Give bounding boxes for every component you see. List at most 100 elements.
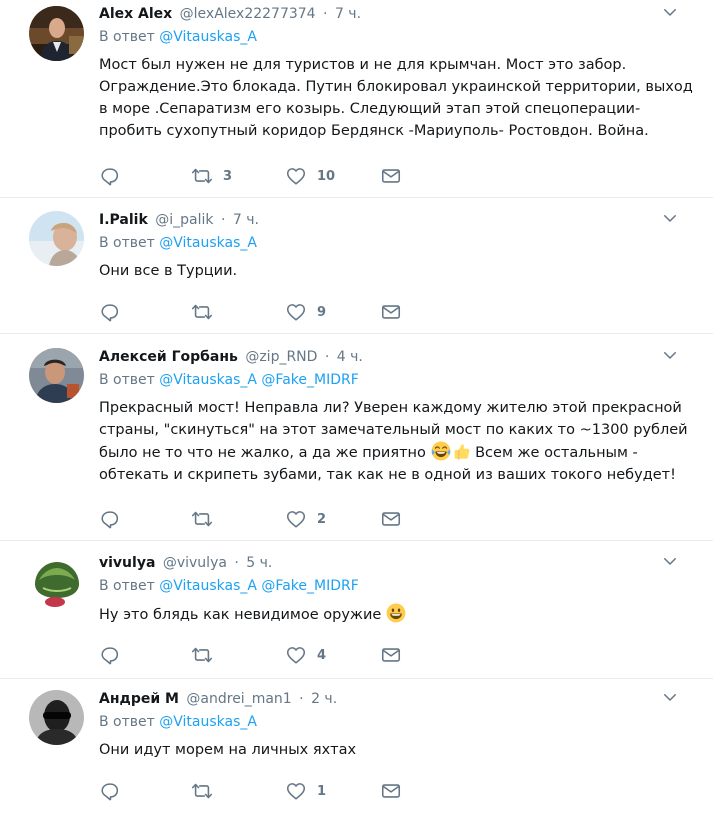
tweet-2[interactable]: I.Palik @i_palik · 7 ч. В ответ @Vitausk…: [0, 198, 713, 334]
author-handle[interactable]: @lexAlex22277374: [180, 6, 316, 22]
envelope-icon: [380, 644, 402, 666]
envelope-icon: [380, 780, 402, 802]
tweet-actions: 1: [99, 780, 419, 802]
separator-dot: ·: [234, 555, 239, 571]
mention-link[interactable]: @Vitauskas_A: [159, 578, 257, 594]
separator-dot: ·: [299, 691, 304, 707]
retweet-icon: [191, 644, 213, 666]
tweet-text: Они идут морем на личных яхтах: [99, 742, 357, 758]
reply-context: В ответ @Vitauskas_A: [99, 27, 693, 47]
mention-link[interactable]: @Vitauskas_A: [159, 372, 257, 388]
retweet-icon: [191, 508, 213, 530]
tweet-actions: 4: [99, 644, 419, 666]
reply-prefix: В ответ: [99, 235, 155, 251]
mention-link[interactable]: @Vitauskas_A: [159, 29, 257, 45]
like-button[interactable]: 2: [285, 508, 326, 530]
grinning-emoji-icon: [386, 603, 406, 623]
like-button[interactable]: 10: [285, 165, 335, 187]
direct-message-button[interactable]: [380, 508, 402, 530]
direct-message-button[interactable]: [380, 780, 402, 802]
retweet-button[interactable]: [191, 508, 223, 530]
tweet-4[interactable]: vivulya @vivulya · 5 ч. В ответ @Vitausk…: [0, 541, 713, 679]
separator-dot: ·: [323, 6, 328, 22]
like-button[interactable]: 4: [285, 644, 326, 666]
envelope-icon: [380, 301, 402, 323]
retweet-button[interactable]: [191, 780, 223, 802]
timestamp[interactable]: 7 ч.: [335, 6, 361, 22]
like-count: 1: [317, 783, 327, 799]
reply-button[interactable]: [99, 301, 121, 323]
direct-message-button[interactable]: [380, 301, 402, 323]
reply-icon: [99, 644, 121, 666]
author-handle[interactable]: @vivulya: [163, 555, 227, 571]
like-count: 2: [317, 511, 327, 527]
direct-message-button[interactable]: [380, 644, 402, 666]
reply-icon: [99, 780, 121, 802]
mention-link[interactable]: @Fake_MIDRF: [261, 578, 358, 594]
tweet-text: Прекрасный мост! Неправла ли? Уверен каж…: [99, 397, 693, 486]
author-handle[interactable]: @zip_RND: [245, 349, 317, 365]
retweet-count: 3: [223, 168, 233, 184]
like-count: 9: [317, 304, 327, 320]
retweet-icon: [191, 165, 213, 187]
retweet-icon: [191, 780, 213, 802]
separator-dot: ·: [220, 212, 226, 228]
avatar[interactable]: [29, 211, 84, 266]
author-name[interactable]: vivulya: [99, 555, 155, 571]
like-button[interactable]: 1: [285, 780, 326, 802]
tweet-text: Ну это блядь как невидимое оружие: [99, 603, 693, 626]
tweet-5[interactable]: Андрей М @andrei_man1 · 2 ч. В ответ @Vi…: [0, 679, 713, 825]
like-count: 4: [317, 647, 327, 663]
author-name[interactable]: Андрей М: [99, 691, 179, 707]
timestamp[interactable]: 2 ч.: [311, 691, 337, 707]
tweet-1[interactable]: Alex Alex @lexAlex22277374 · 7 ч. В отве…: [0, 0, 713, 198]
chevron-down-icon[interactable]: [661, 552, 679, 570]
reply-icon: [99, 508, 121, 530]
timestamp[interactable]: 7 ч.: [233, 212, 259, 228]
mention-link[interactable]: @Vitauskas_A: [159, 235, 257, 251]
like-button[interactable]: 9: [285, 301, 326, 323]
retweet-button[interactable]: 3: [191, 165, 232, 187]
tweet-actions: 3 10: [99, 165, 419, 187]
tweet-actions: 2: [99, 508, 419, 530]
retweet-button[interactable]: [191, 644, 223, 666]
reply-button[interactable]: [99, 508, 121, 530]
author-handle[interactable]: @andrei_man1: [186, 691, 291, 707]
timestamp[interactable]: 5 ч.: [246, 555, 272, 571]
chevron-down-icon[interactable]: [661, 346, 679, 364]
reply-prefix: В ответ: [99, 714, 155, 730]
avatar[interactable]: [29, 348, 84, 403]
chevron-down-icon[interactable]: [661, 209, 679, 227]
envelope-icon: [380, 508, 402, 530]
heart-icon: [285, 301, 307, 323]
reply-button[interactable]: [99, 644, 121, 666]
tweet-text: Мост был нужен не для туристов и не для …: [99, 57, 693, 139]
author-name[interactable]: I.Palik: [99, 212, 148, 228]
mention-link[interactable]: @Vitauskas_A: [159, 714, 257, 730]
reply-button[interactable]: [99, 780, 121, 802]
avatar[interactable]: [29, 6, 84, 61]
retweet-button[interactable]: [191, 301, 223, 323]
author-name[interactable]: Alex Alex: [99, 6, 172, 22]
mention-link[interactable]: @Fake_MIDRF: [261, 372, 358, 388]
author-name[interactable]: Алексей Горбань: [99, 349, 238, 365]
tweet-text-part: Ну это блядь как невидимое оружие: [99, 607, 386, 623]
laughing-emoji-icon: [431, 441, 451, 461]
direct-message-button[interactable]: [380, 165, 402, 187]
chevron-down-icon[interactable]: [661, 3, 679, 21]
tweet-3[interactable]: Алексей Горбань @zip_RND · 4 ч. В ответ …: [0, 334, 713, 541]
reply-prefix: В ответ: [99, 29, 155, 45]
avatar[interactable]: [29, 690, 84, 745]
tweet-text: Они все в Турции.: [99, 263, 238, 279]
like-count: 10: [317, 168, 336, 184]
reply-icon: [99, 301, 121, 323]
author-handle[interactable]: @i_palik: [155, 212, 213, 228]
thumbs-up-emoji-icon: [451, 441, 471, 461]
chevron-down-icon[interactable]: [661, 688, 679, 706]
reply-context: В ответ @Vitauskas_A @Fake_MIDRF: [99, 370, 693, 390]
avatar[interactable]: [29, 554, 84, 609]
tweet-actions: 9: [99, 301, 419, 323]
reply-button[interactable]: [99, 165, 121, 187]
retweet-icon: [191, 301, 213, 323]
timestamp[interactable]: 4 ч.: [337, 349, 363, 365]
